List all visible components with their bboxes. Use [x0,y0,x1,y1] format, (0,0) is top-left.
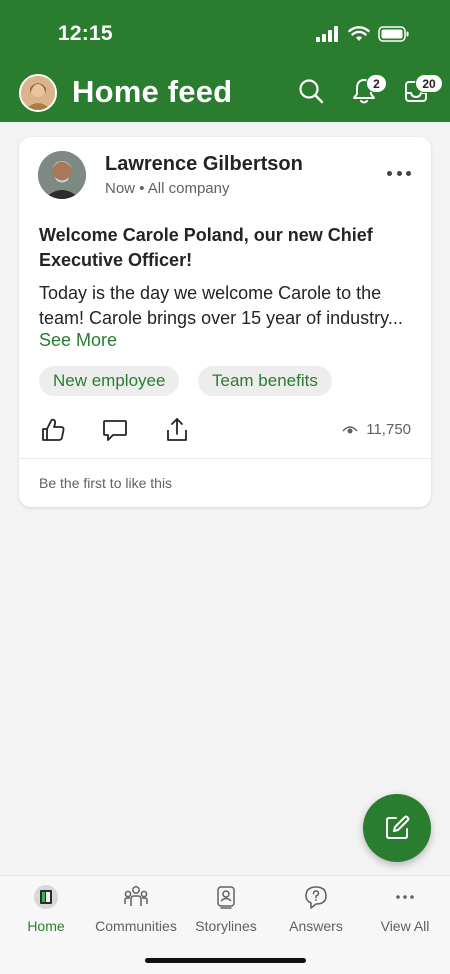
dot-icon [387,170,392,176]
communities-icon [124,886,148,906]
nav-item-answers[interactable]: Answers [271,884,361,934]
inbox-badge: 20 [415,74,443,93]
nav-label-answers: Answers [289,918,343,934]
more-icon [396,895,414,899]
battery-icon [378,26,409,42]
user-avatar[interactable] [19,74,57,112]
likes-summary: Be the first to like this [39,475,173,491]
nav-item-communities[interactable]: Communities [91,884,181,934]
answers-icon [305,886,327,909]
author-avatar-image [38,151,86,199]
post-meta: Now • All company [105,180,229,197]
nav-item-storylines[interactable]: Storylines [181,884,271,934]
card-divider [19,458,431,459]
post-card: Lawrence Gilbertson Now • All company We… [19,137,431,507]
home-icon [34,885,58,909]
nav-item-home[interactable]: Home [1,884,91,934]
nav-item-view-all[interactable]: View All [360,884,450,934]
nav-label-storylines: Storylines [195,918,257,934]
status-time: 12:15 [58,22,113,45]
home-indicator [145,958,306,963]
page-title: Home feed [72,74,233,109]
post-body: Today is the day we welcome Carole to th… [39,283,403,328]
dot-icon [406,170,411,176]
author-name[interactable]: Lawrence Gilbertson [105,153,303,176]
tag-new-employee[interactable]: New employee [39,366,180,396]
like-icon[interactable] [39,416,67,444]
comment-icon[interactable] [101,416,129,444]
compose-icon [386,815,410,839]
post-time: Now [105,180,136,197]
post-audience[interactable]: All company [148,180,230,197]
search-icon[interactable] [296,76,326,106]
user-avatar-image [21,76,55,110]
meta-separator: • [139,180,148,197]
nav-label-home: Home [27,918,65,934]
storylines-icon [217,886,235,909]
dot-icon [396,170,402,176]
nav-label-view-all: View All [380,918,430,934]
view-count: 11,750 [342,421,411,438]
see-more-link[interactable]: See More [39,330,117,351]
wifi-icon [348,26,370,41]
notifications-badge: 2 [366,74,387,93]
tag-team-benefits[interactable]: Team benefits [198,366,332,396]
author-avatar[interactable] [38,151,86,199]
compose-button[interactable] [363,794,431,862]
post-title: Welcome Carole Poland, our new Chief Exe… [39,225,373,270]
nav-label-communities: Communities [95,918,177,934]
app-header: 12:15 Home feed 2 20 [0,0,450,122]
share-icon[interactable] [163,416,191,444]
status-icons [316,26,410,42]
eye-icon [342,425,358,433]
more-options-button[interactable] [387,167,411,179]
view-count-value: 11,750 [366,421,411,438]
signal-icon [316,26,338,42]
